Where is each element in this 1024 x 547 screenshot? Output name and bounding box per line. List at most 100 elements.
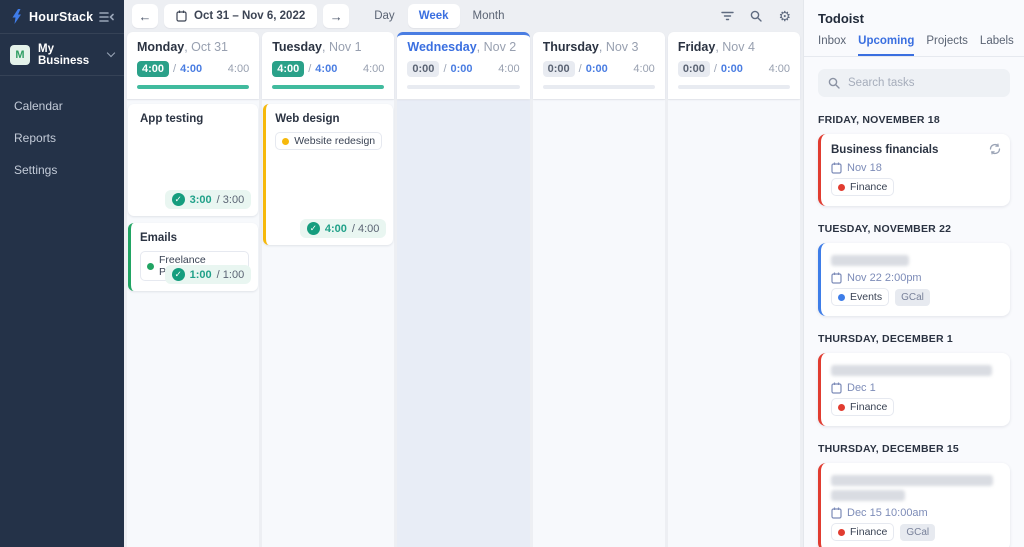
recurring-sync-icon xyxy=(989,143,1001,155)
entry-logged-time: 1:00 xyxy=(189,268,212,281)
day-column-monday: Monday, Oct 31 4:00/4:00 4:00 App testing ✓ 3… xyxy=(127,32,260,547)
day-body[interactable] xyxy=(667,100,801,547)
day-body[interactable] xyxy=(397,100,530,547)
task-card[interactable]: Business financials Nov 18 Finance xyxy=(818,134,1010,206)
search-input[interactable] xyxy=(848,77,1000,89)
task-card[interactable]: Dec 15 10:00am Finance GCal xyxy=(818,463,1010,547)
day-column-friday: Friday, Nov 4 0:00/0:00 4:00 xyxy=(667,32,801,547)
logo-row: HourStack xyxy=(0,0,124,34)
workspace-switcher[interactable]: M My Business xyxy=(0,34,124,76)
label-dot-icon xyxy=(282,137,290,145)
panel-content: FRIDAY, NOVEMBER 18 Business financials No… xyxy=(804,57,1024,547)
time-entry-card[interactable]: App testing ✓ 3:00 / 3:00 xyxy=(128,104,259,216)
settings-gear-icon[interactable]: ⚙ xyxy=(778,9,791,23)
day-header: Friday, Nov 4 0:00/0:00 4:00 xyxy=(667,32,801,99)
logged-time-badge: 4:00 xyxy=(272,61,305,77)
logged-time-badge: 0:00 xyxy=(542,61,575,77)
slash: / xyxy=(173,63,177,75)
label-text: Website redesign xyxy=(294,135,376,147)
task-label: Events xyxy=(831,288,890,306)
view-tab-month[interactable]: Month xyxy=(462,4,516,28)
sidebar-item-reports[interactable]: Reports xyxy=(0,122,124,154)
task-labels: Finance xyxy=(831,178,1000,196)
task-label: Finance xyxy=(831,398,895,416)
date-range-button[interactable]: Oct 31 – Nov 6, 2022 xyxy=(164,4,318,28)
time-entry-card[interactable]: EmailsFreelance Projects✓1:00/ 1:00 xyxy=(128,223,259,291)
label-dot-icon xyxy=(147,262,154,270)
due-date-text: Dec 1 xyxy=(847,382,876,394)
view-switcher: Day Week Month xyxy=(363,4,515,28)
toolbar-icons: ⚙ xyxy=(721,9,795,23)
tab-labels[interactable]: Labels xyxy=(980,35,1014,56)
next-week-button[interactable]: → xyxy=(323,4,350,28)
day-progress-bar xyxy=(137,85,250,89)
day-progress-bar xyxy=(272,85,385,89)
due-date-text: Dec 15 10:00am xyxy=(847,507,928,519)
day-column-tuesday: Tuesday, Nov 1 4:00/4:00 4:00 Web design Web… xyxy=(262,32,395,547)
search-icon[interactable] xyxy=(750,10,763,22)
chevron-down-icon xyxy=(106,48,116,58)
logged-time-badge: 0:00 xyxy=(407,61,440,77)
label-dot-icon xyxy=(838,528,845,536)
app-title: HourStack xyxy=(29,9,94,24)
task-card[interactable]: Dec 1 Finance xyxy=(818,353,1010,426)
hourstack-logo-icon xyxy=(10,9,23,24)
tab-projects[interactable]: Projects xyxy=(926,35,968,56)
task-due-date: Dec 15 10:00am xyxy=(831,507,1000,519)
day-progress-bar xyxy=(677,85,791,89)
day-progress-fill xyxy=(272,85,385,89)
day-header: Thursday, Nov 3 0:00/0:00 4:00 xyxy=(532,32,665,99)
task-due-date: Nov 18 xyxy=(831,162,1000,174)
label-text: Finance xyxy=(850,401,888,413)
logged-time-badge: 0:00 xyxy=(677,61,710,77)
task-card[interactable]: Nov 22 2:00pm Events GCal xyxy=(818,243,1010,316)
task-title: Business financials xyxy=(831,144,939,156)
task-search[interactable] xyxy=(818,69,1010,97)
day-body[interactable]: App testing✓3:00/ 3:00 EmailsFreelance Pr… xyxy=(127,100,260,547)
view-tab-day[interactable]: Day xyxy=(363,4,405,28)
capacity-time: 4:00 xyxy=(227,63,250,75)
day-body[interactable] xyxy=(532,100,665,547)
entry-total-time: / 3:00 xyxy=(216,193,245,206)
entry-logged-time: 4:00 xyxy=(324,222,347,235)
label-text: Events xyxy=(850,291,883,303)
filter-icon[interactable] xyxy=(721,11,735,21)
view-tab-week[interactable]: Week xyxy=(407,4,460,28)
day-header: Monday, Oct 31 4:00/4:00 4:00 xyxy=(127,32,260,99)
collapse-sidebar-icon[interactable] xyxy=(99,11,115,23)
day-name: Thursday xyxy=(542,40,599,54)
task-labels: Finance GCal xyxy=(831,523,1000,541)
section-date-heading: THURSDAY, DECEMBER 1 xyxy=(818,333,953,345)
calendar-toolbar: ← Oct 31 – Nov 6, 2022 → DayWeekMonth xyxy=(124,0,803,32)
task-sections: FRIDAY, NOVEMBER 18 Business financials No… xyxy=(818,114,1010,547)
sidebar-item-calendar[interactable]: Calendar xyxy=(0,90,124,122)
section-date-heading: FRIDAY, NOVEMBER 18 xyxy=(818,114,940,126)
capacity-time: 4:00 xyxy=(362,63,385,75)
day-body[interactable]: Web design Website redesign ✓ 4:00 / 4:00 xyxy=(262,100,395,547)
due-date-text: Nov 18 xyxy=(847,162,882,174)
redacted-task-title xyxy=(831,365,992,376)
label-dot-icon xyxy=(838,293,845,301)
day-title: Monday, Oct 31 xyxy=(137,40,229,54)
day-stats: 0:00/0:00 4:00 xyxy=(542,61,655,77)
section-date-heading: THURSDAY, DECEMBER 15 xyxy=(818,443,959,455)
day-name: Tuesday xyxy=(272,40,322,54)
day-name: Friday xyxy=(677,40,716,54)
day-stats: 4:00/4:00 4:00 xyxy=(272,61,384,77)
entry-time-summary: ✓ 3:00 / 3:00 xyxy=(164,190,252,209)
sidebar-item-settings[interactable]: Settings xyxy=(0,154,124,186)
day-column-thursday: Thursday, Nov 3 0:00/0:00 4:00 xyxy=(532,32,665,547)
time-entry-card[interactable]: Web design Website redesign ✓ 4:00 / 4:00 xyxy=(263,104,394,245)
day-title: Friday, Nov 4 xyxy=(677,40,755,54)
todoist-panel: Todoist InboxUpcomingProjectsLabelsFilte… xyxy=(803,0,1024,547)
label-text: Finance xyxy=(850,526,888,538)
panel-title: Todoist xyxy=(818,11,864,26)
entry-time-summary: ✓ 4:00 / 4:00 xyxy=(299,219,387,238)
calendar-icon xyxy=(831,162,842,174)
scheduled-time: 0:00 xyxy=(585,63,608,75)
tab-inbox[interactable]: Inbox xyxy=(818,35,846,56)
prev-week-button[interactable]: ← xyxy=(132,4,158,28)
slash: / xyxy=(308,63,312,75)
tab-upcoming[interactable]: Upcoming xyxy=(858,35,915,56)
day-stats: 0:00/0:00 4:00 xyxy=(677,61,790,77)
